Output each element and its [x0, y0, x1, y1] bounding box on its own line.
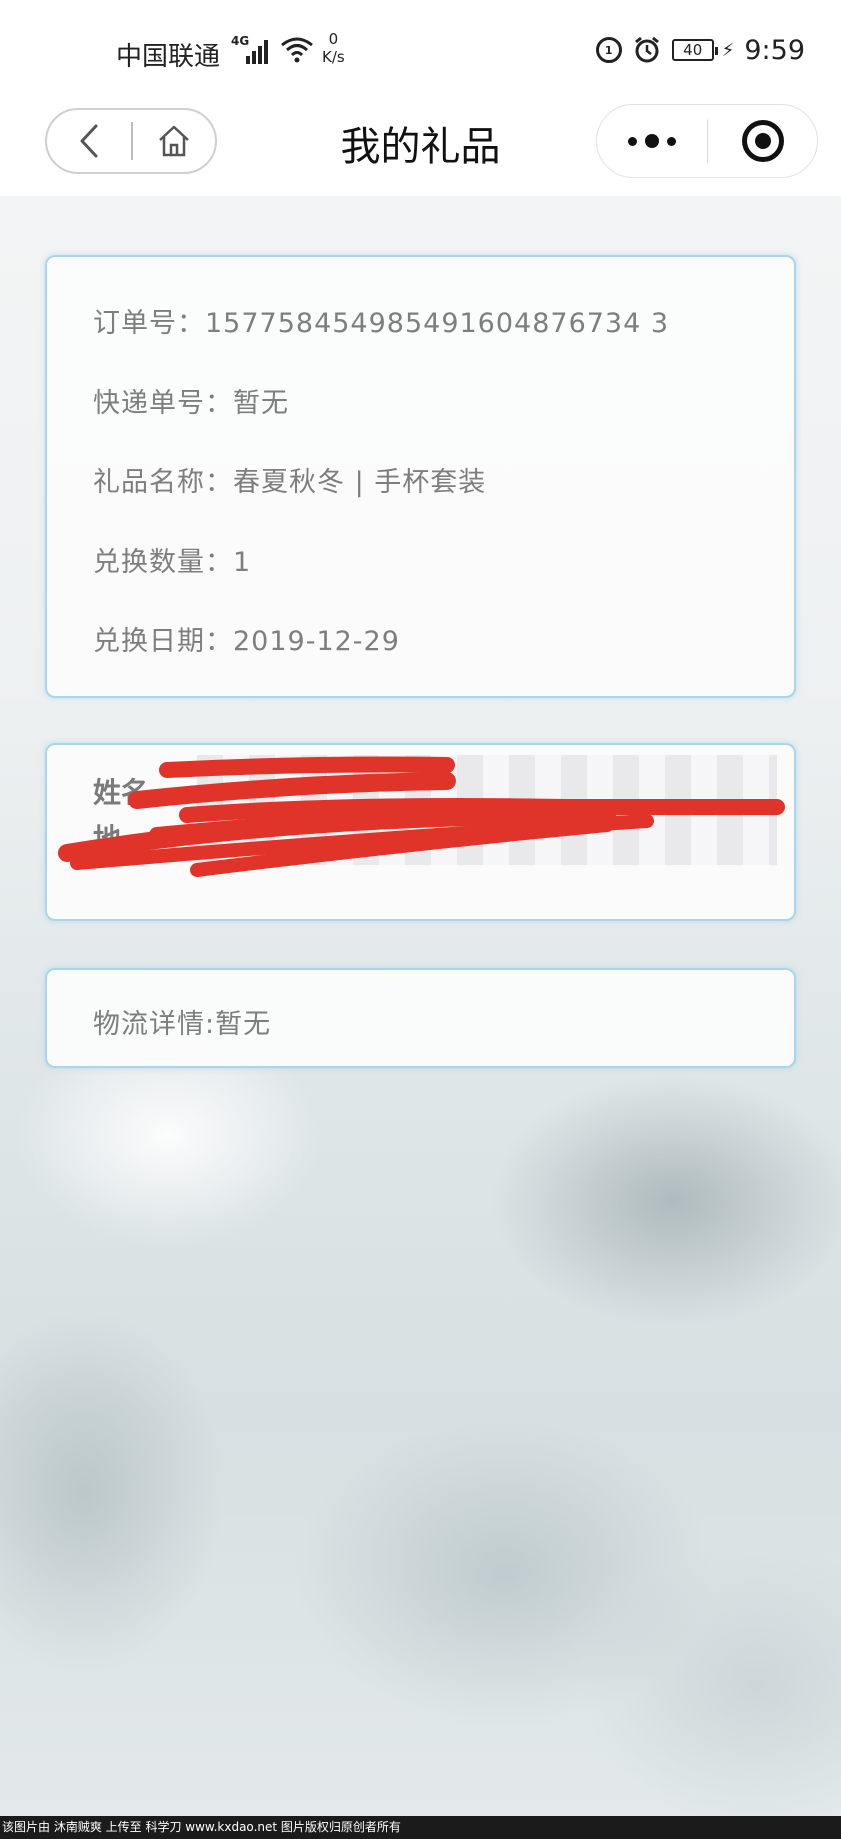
exchange-date-value: 2019-12-29 — [233, 626, 400, 657]
more-dot — [628, 136, 637, 146]
charging-icon: ⚡ — [721, 39, 735, 61]
quantity-value: 1 — [233, 547, 252, 578]
more-button[interactable] — [597, 105, 707, 177]
network-speed: 0 K/s — [322, 30, 345, 66]
order-number-row: 订单号：157758454985491604876734 3 — [93, 301, 669, 340]
gift-name-row: 礼品名称：春夏秋冬 | 手杯套装 — [93, 460, 486, 499]
nav-bar: 我的礼品 — [0, 100, 841, 196]
red-scribble-redaction — [58, 756, 785, 877]
close-button[interactable] — [708, 105, 817, 177]
battery-icon: 40 — [671, 39, 718, 61]
status-bar: 中国联通 4G 0 K/s 1 40 ⚡ 9:59 — [0, 0, 841, 100]
speed-unit: K/s — [322, 48, 345, 66]
logistics-card: 物流详情:暂无 — [45, 968, 796, 1068]
carrier-name: 中国联通 — [116, 42, 221, 72]
tracking-number-value: 暂无 — [233, 388, 289, 419]
watermark-footer: 该图片由 沐南贼爽 上传至 科学刀 www.kxdao.net 图片版权归原创者… — [0, 1816, 841, 1839]
status-icons: 1 40 ⚡ 9:59 — [595, 34, 805, 66]
speed-value: 0 — [328, 30, 339, 48]
clock-time: 9:59 — [744, 34, 805, 66]
tracking-number-row: 快递单号：暂无 — [93, 381, 289, 420]
data-saver-icon: 1 — [595, 37, 622, 63]
gift-name-label: 礼品名称： — [93, 467, 233, 498]
recipient-card: 姓名 地 — [45, 743, 796, 921]
order-number-label: 订单号： — [93, 308, 205, 339]
order-info-card: 订单号：157758454985491604876734 3 快递单号：暂无 礼… — [45, 255, 796, 698]
quantity-row: 兑换数量：1 — [93, 540, 251, 579]
target-icon — [741, 120, 784, 162]
signal-icon — [246, 38, 276, 64]
battery-level: 40 — [683, 41, 703, 59]
tracking-number-label: 快递单号： — [93, 388, 233, 419]
alarm-icon — [634, 36, 659, 63]
logistics-details: 物流详情:暂无 — [93, 1009, 272, 1040]
quantity-label: 兑换数量： — [93, 547, 233, 578]
exchange-date-label: 兑换日期： — [93, 626, 233, 657]
more-dot — [667, 136, 676, 146]
order-number-value: 157758454985491604876734 3 — [205, 308, 670, 339]
exchange-date-row: 兑换日期：2019-12-29 — [93, 619, 400, 658]
gift-name-value: 春夏秋冬 | 手杯套装 — [233, 467, 487, 498]
wifi-icon — [281, 37, 313, 63]
miniprogram-capsule — [596, 104, 818, 178]
more-dot — [645, 134, 659, 148]
